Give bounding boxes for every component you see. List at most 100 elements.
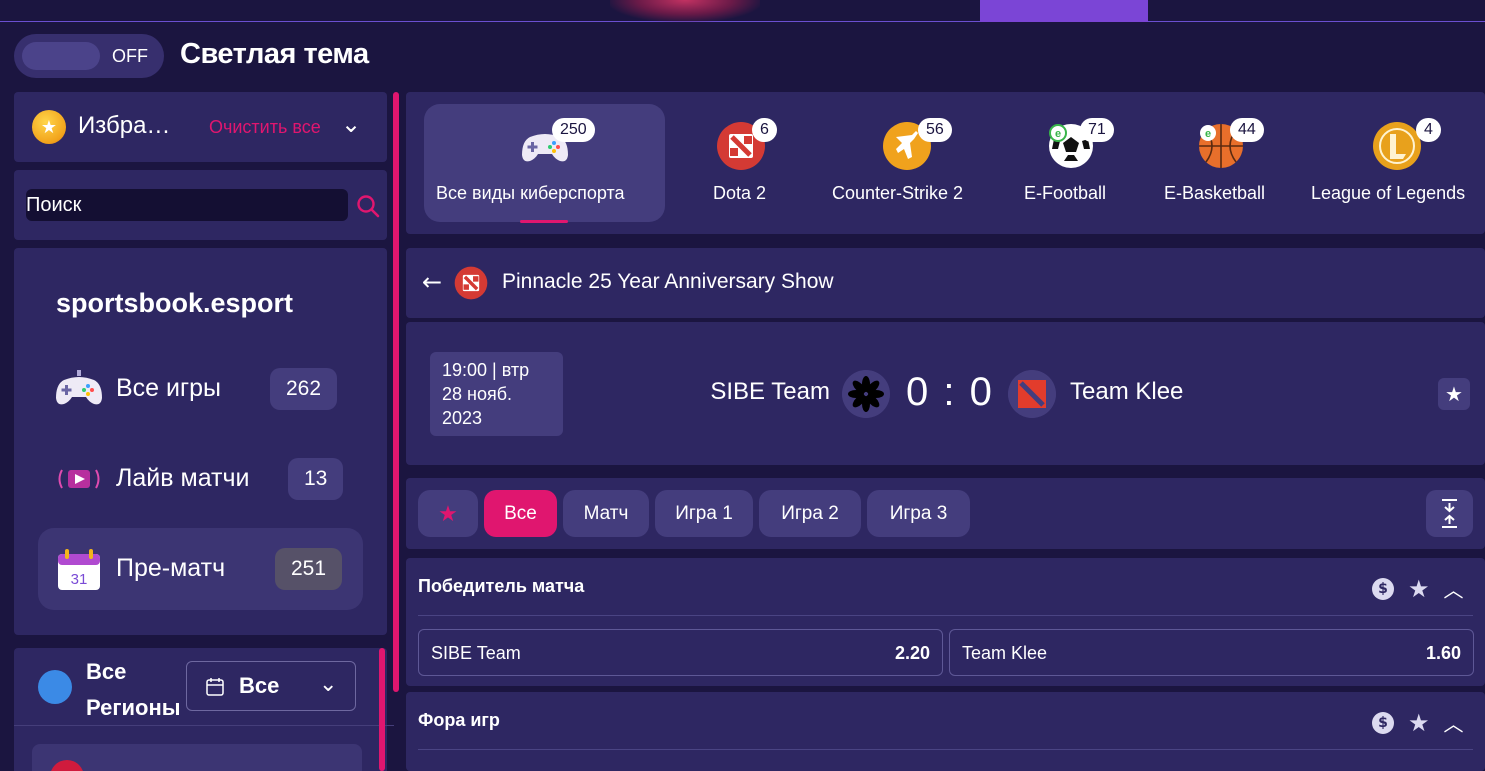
dollar-icon[interactable]: $ [1372,577,1394,600]
active-top-tab[interactable] [980,0,1148,22]
menu-item-label: Лайв матчи [116,464,250,492]
star-icon[interactable]: ★ [1408,711,1430,735]
game-tab-dota2[interactable]: 6 Dota 2 [696,104,788,222]
favorite-star-button[interactable]: ★ [1438,378,1470,410]
filter-tab-game1[interactable]: Игра 1 [655,490,753,537]
dollar-icon[interactable]: $ [1372,711,1394,734]
menu-item-all-games[interactable]: Все игры 262 [38,348,363,430]
odds-button[interactable]: Team Klee 1.60 [949,629,1474,676]
game-count-badge: 250 [552,118,595,142]
market-actions: $ ★ ︿ [1372,574,1464,603]
toggle-state: OFF [112,46,148,66]
regions-select[interactable]: Все ⌄ [186,661,356,711]
tournament-header: ← Pinnacle 25 Year Anniversary Show [406,248,1485,318]
game-label: Dota 2 [713,183,767,203]
menu-item-label: Пре-матч [116,554,226,582]
divider [14,725,394,726]
market-filters: ★ Все Матч Игра 1 Игра 2 Игра 3 [406,478,1485,549]
chevron-down-icon: ⌄ [319,672,338,697]
logo-glow [610,0,760,22]
brand-title: sportsbook.esport [56,288,294,318]
team2-logo [1008,370,1056,418]
lol-icon [1373,122,1421,170]
sidebar-scrollbar[interactable] [379,648,385,771]
chevron-up-icon[interactable]: ︿ [1444,708,1464,737]
game-tab-efootball[interactable]: e 71 E-Football [1020,104,1124,222]
odds-label: Team Klee [962,643,1048,663]
search-panel [14,170,387,240]
match-score: 0 : 0 [906,370,994,414]
collapse-all-button[interactable] [1426,490,1473,537]
live-icon [58,469,100,489]
game-count-badge: 56 [918,118,952,142]
menu-item-count: 13 [288,458,344,500]
toggle-knob[interactable] [22,42,100,70]
market-match-winner: Победитель матча $ ★ ︿ SIBE Team 2.20 Te… [406,558,1485,686]
filter-tab-game3[interactable]: Игра 3 [867,490,970,537]
regions-select-value: Все [239,673,280,698]
active-underline [520,220,568,223]
chevron-down-icon[interactable]: ⌄ [341,110,361,138]
collapse-icon [1442,499,1457,528]
regions-label-line2: Регионы [86,695,181,720]
filter-tab-game2[interactable]: Игра 2 [759,490,861,537]
odds-button[interactable]: SIBE Team 2.20 [418,629,943,676]
menu-item-live[interactable]: Лайв матчи 13 [38,438,363,520]
theme-toggle[interactable]: OFF [14,34,164,78]
top-navigation-strip [0,0,1485,22]
game-count-badge: 4 [1416,118,1441,142]
team2-name: Team Klee [1070,378,1184,405]
filter-tab-match[interactable]: Матч [563,490,649,537]
team1-logo [842,370,890,418]
game-label: Все виды киберспорта [436,183,625,203]
game-count-badge: 6 [752,118,777,142]
svg-text:e: e [1205,128,1211,140]
regions-label-line1: Все [86,659,127,684]
game-tab-ebasketball[interactable]: e 44 E-Basketball [1156,104,1286,222]
theme-label: Светлая тема [180,38,369,70]
region-list-item[interactable] [32,744,362,771]
game-tab-lol[interactable]: 4 League of Legends [1306,104,1485,222]
calendar-icon: 31 [58,549,100,590]
divider [418,615,1473,616]
regions-label: Все Регионы [86,654,181,726]
star-icon[interactable]: ★ [1408,577,1430,601]
favorites-star-icon: ★ [32,110,66,144]
clear-all-link[interactable]: Очистить все [209,117,321,138]
chevron-up-icon[interactable]: ︿ [1444,574,1464,603]
market-title: Фора игр [418,710,500,730]
menu-item-label: Все игры [116,374,221,402]
game-category-strip: 250 Все виды киберспорта 6 Dota 2 56 Cou… [406,92,1485,234]
sport-menu: sportsbook.esport Все игры 262 Лайв матч… [14,248,387,635]
menu-item-prematch[interactable]: 31 Пре-матч 251 [38,528,363,610]
game-count-badge: 71 [1080,118,1114,142]
filter-favorites-star-icon[interactable]: ★ [418,490,478,537]
back-arrow-icon[interactable]: ← [422,268,442,296]
tournament-name: Pinnacle 25 Year Anniversary Show [502,270,834,293]
divider [418,749,1473,750]
menu-item-count: 262 [270,368,338,410]
game-label: League of Legends [1311,183,1466,203]
market-game-handicap: Фора игр $ ★ ︿ [406,692,1485,771]
search-icon[interactable] [354,192,382,220]
match-card: 19:00 | втр 28 нояб. 2023 SIBE Team 0 : … [406,322,1485,465]
dota-icon [454,266,488,300]
favorites-title: Избра… [78,112,171,139]
match-date: 28 нояб. [442,384,513,404]
odds-label: SIBE Team [431,643,521,663]
globe-icon [38,670,72,704]
match-datetime: 19:00 | втр 28 нояб. 2023 [430,352,563,436]
game-count-badge: 44 [1230,118,1264,142]
calendar-icon [206,678,224,696]
game-tab-all-esports[interactable]: 250 Все виды киберспорта [424,104,665,223]
search-input[interactable] [26,189,348,221]
team1-name: SIBE Team [710,378,830,405]
favorites-panel: ★ Избра… Очистить все ⌄ [14,92,387,162]
gamepad-icon [56,370,102,405]
match-year: 2023 [442,408,483,428]
market-title: Победитель матча [418,576,585,596]
main-scrollbar[interactable] [393,92,399,692]
game-label: Counter-Strike 2 [832,183,964,203]
filter-tab-all[interactable]: Все [484,490,557,537]
game-tab-cs2[interactable]: 56 Counter-Strike 2 [828,104,988,222]
